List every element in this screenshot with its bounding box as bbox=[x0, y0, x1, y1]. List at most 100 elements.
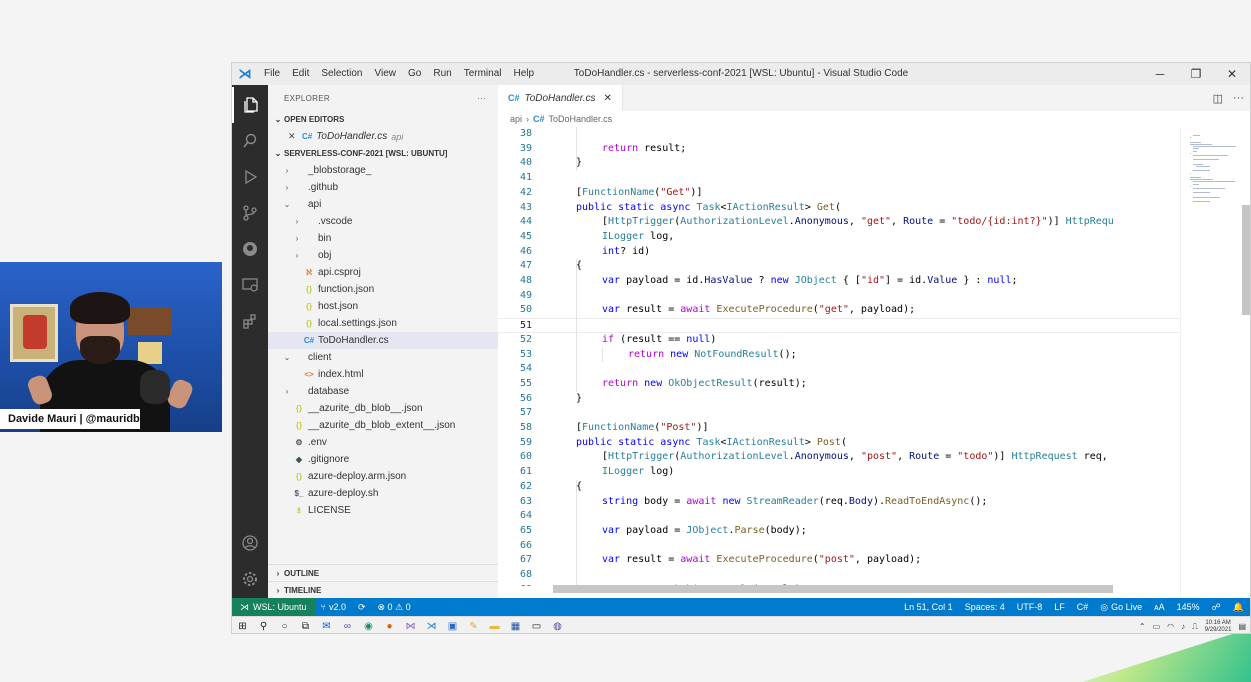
tray-battery-icon[interactable]: ▭ bbox=[1153, 622, 1161, 631]
source-control-icon[interactable] bbox=[232, 195, 268, 231]
task-view-icon[interactable]: ⧉ bbox=[295, 617, 316, 634]
breadcrumb-file[interactable]: ToDoHandler.cs bbox=[549, 114, 613, 124]
tree-item[interactable]: ⌄ api bbox=[268, 196, 498, 213]
open-editors-header[interactable]: ⌄ OPEN EDITORS bbox=[268, 111, 498, 128]
tray-network-icon[interactable]: ◠ bbox=[1167, 622, 1174, 631]
tree-item[interactable]: ⌄ client bbox=[268, 349, 498, 366]
settings-gear-icon[interactable] bbox=[232, 561, 268, 597]
search-icon[interactable]: ⚲ bbox=[253, 617, 274, 634]
remote-indicator[interactable]: ⋊ WSL: Ubuntu bbox=[232, 598, 315, 616]
indentation[interactable]: Spaces: 4 bbox=[959, 602, 1011, 612]
terminal-icon[interactable]: ▭ bbox=[526, 617, 547, 634]
tray-chevron-icon[interactable]: ⌃ bbox=[1139, 622, 1146, 631]
tree-item[interactable]: {} azure-deploy.arm.json bbox=[268, 468, 498, 485]
more-actions-icon[interactable]: ··· bbox=[1233, 92, 1244, 104]
close-button[interactable]: ✕ bbox=[1214, 63, 1250, 85]
tree-item[interactable]: ♗ LICENSE bbox=[268, 502, 498, 519]
tree-item[interactable]: {} __azurite_db_blob_extent__.json bbox=[268, 417, 498, 434]
outline-section[interactable]: › OUTLINE bbox=[268, 564, 498, 581]
tray-volume-icon[interactable]: ♪ bbox=[1181, 622, 1185, 631]
code-token: AuthorizationLevel bbox=[680, 216, 789, 228]
problems-indicator[interactable]: ⊗ 0 ⚠ 0 bbox=[372, 602, 417, 613]
search-icon[interactable] bbox=[232, 123, 268, 159]
line-number: 42 bbox=[519, 186, 532, 198]
maximize-button[interactable]: ❐ bbox=[1178, 63, 1214, 85]
outlook-icon[interactable]: ✉ bbox=[316, 617, 337, 634]
notifications-icon[interactable]: ▤ bbox=[1238, 622, 1246, 631]
tree-item[interactable]: › database bbox=[268, 383, 498, 400]
menu-terminal[interactable]: Terminal bbox=[458, 63, 508, 85]
tree-item[interactable]: {} host.json bbox=[268, 298, 498, 315]
account-icon[interactable] bbox=[232, 525, 268, 561]
workspace-header[interactable]: ⌄ SERVERLESS-CONF-2021 [WSL: UBUNTU] bbox=[268, 145, 498, 162]
tree-item[interactable]: › obj bbox=[268, 247, 498, 264]
visual-studio-icon[interactable]: ∞ bbox=[337, 617, 358, 634]
end-of-line[interactable]: LF bbox=[1048, 602, 1071, 612]
tree-item[interactable]: {} function.json bbox=[268, 281, 498, 298]
run-debug-icon[interactable] bbox=[232, 159, 268, 195]
breadcrumb-folder[interactable]: api bbox=[510, 114, 522, 124]
open-editor-item[interactable]: ✕ C# ToDoHandler.cs api bbox=[268, 128, 498, 145]
github-icon[interactable] bbox=[232, 231, 268, 267]
menu-run[interactable]: Run bbox=[427, 63, 457, 85]
language-mode[interactable]: C# bbox=[1071, 602, 1095, 612]
menu-help[interactable]: Help bbox=[508, 63, 541, 85]
slides-icon[interactable]: ▦ bbox=[505, 617, 526, 634]
tree-item[interactable]: <> index.html bbox=[268, 366, 498, 383]
code-editor[interactable]: 38 39 return result; 40} 41 42 [FunctionName("… bbox=[498, 127, 1180, 586]
visual-studio-purple-icon[interactable]: ⋈ bbox=[400, 617, 421, 634]
edge-icon[interactable]: ◉ bbox=[358, 617, 379, 634]
explorer-more-actions-icon[interactable]: ··· bbox=[477, 94, 486, 103]
branch-indicator[interactable]: ⑂ v2.0 bbox=[315, 602, 352, 612]
tree-item[interactable]: › .vscode bbox=[268, 213, 498, 230]
firefox-icon[interactable]: ● bbox=[379, 617, 400, 634]
vscode-icon[interactable]: ⋊ bbox=[421, 617, 442, 634]
tree-item[interactable]: › _blobstorage_ bbox=[268, 162, 498, 179]
vertical-scrollbar[interactable] bbox=[1242, 205, 1250, 315]
tree-item[interactable]: $_ azure-deploy.sh bbox=[268, 485, 498, 502]
sync-icon[interactable]: ⟳ bbox=[352, 602, 372, 613]
split-editor-icon[interactable]: ◫ bbox=[1213, 92, 1223, 105]
tree-item[interactable]: › .github bbox=[268, 179, 498, 196]
clock[interactable]: 10:16 AM 9/29/2021 bbox=[1205, 620, 1232, 634]
menu-selection[interactable]: Selection bbox=[315, 63, 368, 85]
obs-icon[interactable]: ◍ bbox=[547, 617, 568, 634]
font-size-icon[interactable]: ᴀA bbox=[1148, 602, 1170, 612]
tree-item[interactable]: ◆ .gitignore bbox=[268, 451, 498, 468]
close-editor-icon[interactable]: ✕ bbox=[288, 131, 302, 142]
menu-go[interactable]: Go bbox=[402, 63, 427, 85]
feedback-icon[interactable]: ☍ bbox=[1206, 602, 1227, 613]
timeline-section[interactable]: › TIMELINE bbox=[268, 581, 498, 598]
presenter-hair bbox=[70, 292, 130, 324]
explorer-icon[interactable] bbox=[232, 87, 268, 123]
menu-view[interactable]: View bbox=[369, 63, 403, 85]
paint-icon[interactable]: ✎ bbox=[463, 617, 484, 634]
close-tab-icon[interactable]: ✕ bbox=[603, 93, 611, 104]
tree-item[interactable]: C# ToDoHandler.cs bbox=[268, 332, 498, 349]
horizontal-scrollbar[interactable] bbox=[553, 585, 1113, 593]
windows-start-icon[interactable]: ⊞ bbox=[232, 617, 253, 634]
cursor-position[interactable]: Ln 51, Col 1 bbox=[898, 602, 959, 612]
go-live-button[interactable]: ◎ Go Live bbox=[1094, 602, 1148, 613]
tree-item[interactable]: ℵ api.csproj bbox=[268, 264, 498, 281]
tree-item[interactable]: {} __azurite_db_blob__.json bbox=[268, 400, 498, 417]
tree-item[interactable]: ⚙ .env bbox=[268, 434, 498, 451]
extensions-icon[interactable] bbox=[232, 303, 268, 339]
code-line: 50 var result = await ExecuteProcedure("g… bbox=[498, 303, 1180, 318]
tree-item[interactable]: {} local.settings.json bbox=[268, 315, 498, 332]
menu-file[interactable]: File bbox=[258, 63, 286, 85]
menu-edit[interactable]: Edit bbox=[286, 63, 315, 85]
minimize-button[interactable]: ─ bbox=[1142, 63, 1178, 85]
code-token: "Get" bbox=[660, 186, 691, 198]
tray-keyboard-icon[interactable]: ⎍ bbox=[1192, 622, 1198, 632]
zoom-level[interactable]: 145% bbox=[1171, 602, 1206, 612]
tab-todohandler[interactable]: C# ToDoHandler.cs ✕ bbox=[498, 85, 623, 111]
file-explorer-icon[interactable]: ▬ bbox=[484, 617, 505, 634]
cortana-icon[interactable]: ○ bbox=[274, 617, 295, 634]
tree-item[interactable]: › bin bbox=[268, 230, 498, 247]
encoding[interactable]: UTF-8 bbox=[1011, 602, 1049, 612]
remote-explorer-icon[interactable] bbox=[232, 267, 268, 303]
minimap[interactable] bbox=[1180, 127, 1250, 598]
notifications-bell-icon[interactable]: 🔔 bbox=[1227, 602, 1250, 613]
remote-desktop-icon[interactable]: ▣ bbox=[442, 617, 463, 634]
